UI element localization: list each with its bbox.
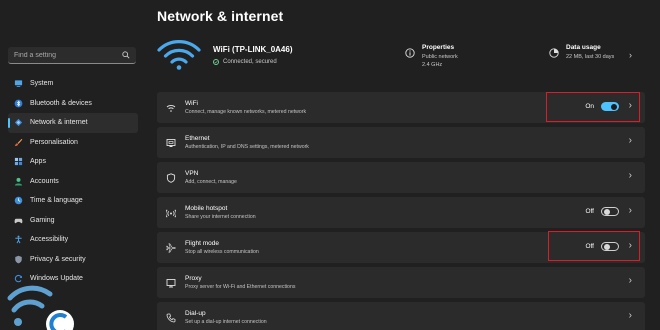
info-icon — [405, 48, 415, 58]
sidebar-item-time-language[interactable]: Time & language — [8, 191, 138, 211]
flight-mode-toggle[interactable]: Off — [585, 242, 619, 251]
toggle-switch[interactable] — [601, 207, 619, 216]
chevron-right-icon[interactable]: › — [629, 50, 632, 60]
watermark-logo — [7, 285, 74, 330]
data-usage-title: Data usage — [566, 44, 601, 51]
sidebar-item-label: Bluetooth & devices — [30, 99, 92, 107]
chevron-right-icon[interactable]: › — [629, 135, 632, 146]
card-title: Flight mode — [185, 240, 219, 247]
toggle-state-label: Off — [585, 243, 594, 250]
sidebar-item-accessibility[interactable]: Accessibility — [8, 230, 138, 250]
airplane-icon — [165, 242, 176, 253]
brush-icon — [13, 137, 23, 147]
connection-summary: WiFi (TP-LINK_0A46) Connected, secured P… — [157, 38, 645, 78]
card-description: Stop all wireless communication — [185, 249, 259, 255]
sidebar-item-label: System — [30, 80, 54, 88]
card-dial-up[interactable]: Dial-up Set up a dial-up internet connec… — [157, 302, 645, 330]
shield-icon — [13, 254, 23, 264]
sidebar-item-label: Time & language — [30, 197, 83, 205]
card-description: Authentication, IP and DNS settings, met… — [185, 144, 309, 150]
data-usage-icon — [549, 48, 559, 58]
hotspot-icon — [165, 207, 176, 218]
apps-icon — [13, 157, 23, 167]
ethernet-icon — [165, 137, 176, 148]
sidebar-item-label: Network & internet — [30, 119, 88, 127]
card-description: Set up a dial-up internet connection — [185, 319, 267, 325]
card-title: Ethernet — [185, 135, 210, 142]
sidebar-item-personalisation[interactable]: Personalisation — [8, 133, 138, 153]
sidebar-item-gaming[interactable]: Gaming — [8, 211, 138, 231]
card-ethernet[interactable]: Ethernet Authentication, IP and DNS sett… — [157, 127, 645, 158]
bluetooth-icon — [13, 98, 23, 108]
sidebar-item-network[interactable]: Network & internet — [8, 113, 138, 133]
sidebar-item-accounts[interactable]: Accounts — [8, 172, 138, 192]
card-title: WiFi — [185, 100, 198, 107]
page-title: Network & internet — [157, 8, 284, 24]
card-mobile-hotspot[interactable]: Mobile hotspot Share your internet conne… — [157, 197, 645, 228]
network-name: WiFi (TP-LINK_0A46) — [213, 45, 293, 54]
toggle-state-label: On — [585, 103, 594, 110]
card-wifi[interactable]: WiFi Connect, manage known networks, met… — [157, 92, 645, 123]
card-description: Add, connect, manage — [185, 179, 237, 185]
toggle-switch[interactable] — [601, 102, 619, 111]
chevron-right-icon[interactable]: › — [629, 100, 632, 111]
wifi-icon — [165, 102, 176, 113]
sidebar-nav: System Bluetooth & devices Network & int… — [8, 74, 138, 289]
card-title: VPN — [185, 170, 199, 177]
network-icon — [13, 118, 23, 128]
properties-band: 2.4 GHz — [422, 62, 443, 68]
card-description: Proxy server for Wi-Fi and Ethernet conn… — [185, 284, 296, 290]
card-title: Dial-up — [185, 310, 206, 317]
search-icon[interactable] — [121, 51, 130, 60]
monitor-icon — [13, 79, 23, 89]
wifi-toggle[interactable]: On — [585, 102, 619, 111]
card-description: Share your internet connection — [185, 214, 256, 220]
clock-globe-icon — [13, 196, 23, 206]
sidebar-item-label: Accessibility — [30, 236, 69, 244]
sidebar-item-label: Apps — [30, 158, 46, 166]
chevron-right-icon[interactable]: › — [629, 240, 632, 251]
sidebar-item-privacy[interactable]: Privacy & security — [8, 250, 138, 270]
chevron-right-icon[interactable]: › — [629, 205, 632, 216]
toggle-state-label: Off — [585, 208, 594, 215]
sidebar-item-apps[interactable]: Apps — [8, 152, 138, 172]
search-box[interactable] — [8, 47, 136, 64]
connection-status-text: Connected, secured — [223, 59, 277, 65]
data-usage-amount: 22 MB, last 30 days — [566, 54, 615, 60]
connection-status: Connected, secured — [213, 59, 277, 65]
settings-list: WiFi Connect, manage known networks, met… — [157, 92, 645, 330]
properties-title: Properties — [422, 44, 455, 51]
sidebar-item-label: Privacy & security — [30, 255, 86, 263]
chevron-right-icon[interactable]: › — [629, 310, 632, 321]
accessibility-icon — [13, 235, 23, 245]
connected-check-icon — [213, 59, 219, 65]
card-flight-mode[interactable]: Flight mode Stop all wireless communicat… — [157, 232, 645, 263]
sidebar-item-label: Personalisation — [30, 138, 78, 146]
card-description: Connect, manage known networks, metered … — [185, 109, 307, 115]
gamepad-icon — [13, 215, 23, 225]
sidebar-item-bluetooth[interactable]: Bluetooth & devices — [8, 94, 138, 114]
chevron-right-icon[interactable]: › — [629, 170, 632, 181]
properties-network-type: Public network — [422, 54, 458, 60]
search-input[interactable] — [14, 51, 121, 59]
wifi-signal-icon — [157, 40, 201, 70]
toggle-switch[interactable] — [601, 242, 619, 251]
card-vpn[interactable]: VPN Add, connect, manage › — [157, 162, 645, 193]
card-proxy[interactable]: Proxy Proxy server for Wi-Fi and Etherne… — [157, 267, 645, 298]
sidebar-item-label: Gaming — [30, 216, 55, 224]
card-title: Mobile hotspot — [185, 205, 228, 212]
person-icon — [13, 176, 23, 186]
chevron-right-icon[interactable]: › — [629, 275, 632, 286]
sidebar-item-system[interactable]: System — [8, 74, 138, 94]
dialup-icon — [165, 312, 176, 323]
hotspot-toggle[interactable]: Off — [585, 207, 619, 216]
vpn-shield-icon — [165, 172, 176, 183]
proxy-icon — [165, 277, 176, 288]
card-title: Proxy — [185, 275, 202, 282]
sidebar-item-label: Accounts — [30, 177, 59, 185]
